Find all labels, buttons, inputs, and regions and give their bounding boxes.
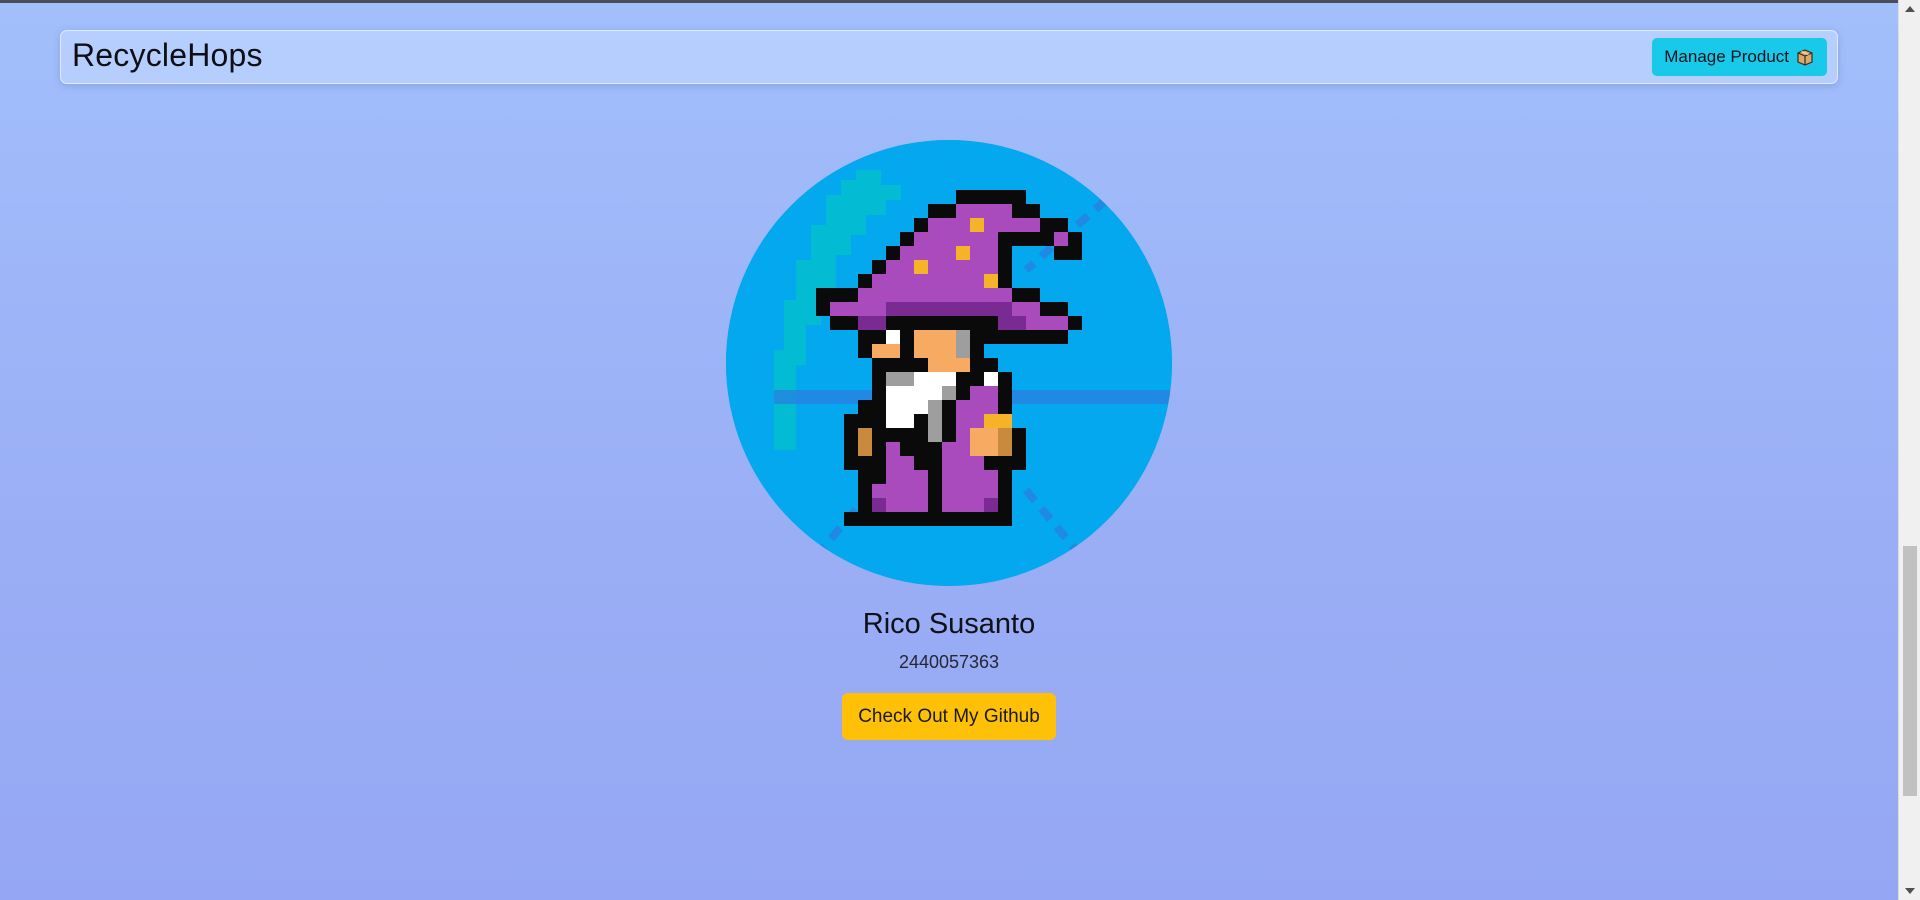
github-button[interactable]: Check Out My Github: [842, 693, 1056, 740]
vertical-scrollbar[interactable]: [1898, 0, 1920, 900]
navbar: RecycleHops Manage Product: [60, 30, 1838, 84]
profile-card: Rico Susanto 2440057363 Check Out My Git…: [0, 140, 1898, 740]
window-top-border: [0, 0, 1920, 3]
brand-title[interactable]: RecycleHops: [72, 34, 263, 76]
pixel-wizard-image: [726, 140, 1172, 586]
scroll-down-arrow-icon[interactable]: [1905, 888, 1915, 894]
student-id: 2440057363: [898, 652, 1000, 672]
avatar: [726, 140, 1172, 586]
package-box-icon: [1795, 47, 1815, 67]
profile-name: Rico Susanto: [862, 608, 1036, 640]
manage-product-label: Manage Product: [1664, 47, 1789, 66]
scroll-up-arrow-icon[interactable]: [1905, 6, 1915, 12]
manage-product-button[interactable]: Manage Product: [1652, 38, 1827, 76]
scrollbar-thumb[interactable]: [1903, 546, 1917, 796]
